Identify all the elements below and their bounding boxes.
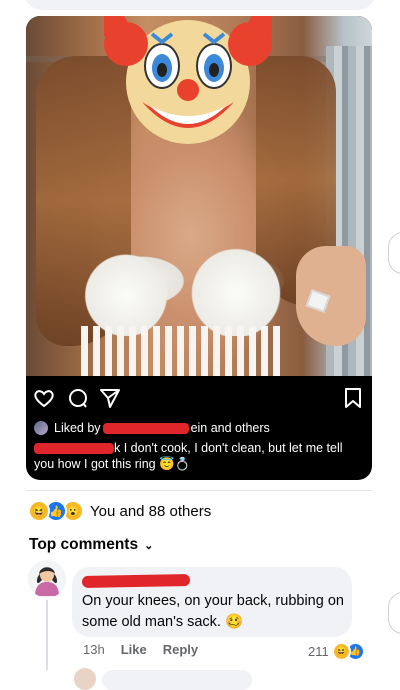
haha-icon: 😆 [28,500,50,522]
haha-icon: 😆 [331,642,351,661]
instagram-screenshot[interactable]: Liked by ein and others k I don't cook, … [26,16,372,480]
crochet-fringe [81,326,281,376]
redaction-mark [102,422,189,434]
reply-avatar[interactable] [74,668,96,690]
side-button-edge [388,232,400,274]
comment-bubble[interactable]: On your knees, on your back, rubbing on … [72,567,352,637]
crochet-top-left [81,246,171,336]
reaction-summary[interactable]: 😆 👍 😮 You and 88 others [28,500,211,522]
chevron-down-icon: ⌄ [144,539,154,552]
reply-button[interactable]: Reply [163,642,198,657]
comment-sort-label: Top comments [29,536,139,553]
post-caption: k I don't cook, I don't clean, but let m… [34,440,364,472]
redacted-commenter-name [81,574,191,588]
divider [26,490,372,491]
reply-bubble[interactable] [102,670,252,690]
liked-prefix: Liked by [54,421,101,435]
side-button-edge [388,592,400,634]
like-comment-button[interactable]: Like [121,642,147,657]
instagram-action-bar [32,386,366,410]
crochet-top-right [186,241,286,336]
liker-avatar [34,421,48,435]
reaction-count-value: 211 [308,644,329,659]
comment-text: On your knees, on your back, rubbing on … [82,593,344,630]
comment-actions: 13h Like Reply [83,642,198,657]
clown-face-icon [104,16,272,144]
hand [296,246,366,346]
comment-time: 13h [83,642,105,657]
share-send-icon[interactable] [98,386,122,410]
heart-icon[interactable] [32,386,56,410]
liked-by-row: Liked by ein and others [34,420,364,436]
comment-icon[interactable] [66,386,90,410]
comment-reaction-count[interactable]: 211 😆 👍 [308,642,365,661]
previous-comment-bubble [24,0,376,10]
post-photo [26,16,372,376]
thread-line [46,600,48,670]
comment-sort-dropdown[interactable]: Top comments ⌄ [29,536,153,554]
avatar[interactable] [28,560,66,598]
liked-suffix: ein and others [190,421,270,435]
reaction-summary-text: You and 88 others [90,502,212,520]
redacted-username [34,443,114,455]
woman-avatar-icon [28,560,66,598]
bookmark-icon[interactable] [342,386,364,410]
